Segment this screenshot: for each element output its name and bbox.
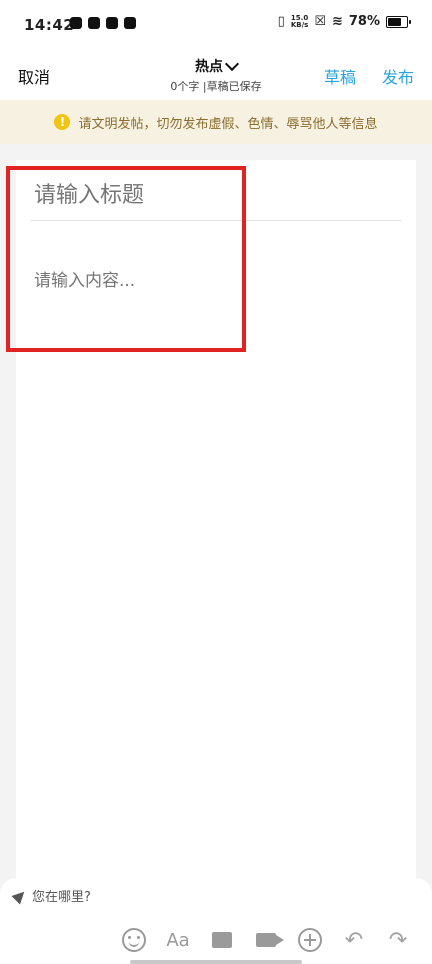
status-bar: 14:42 ▯ 15.0 KB/s ☒ ≋ 78% (0, 0, 432, 50)
notice-banner: ! 请文明发帖，切勿发布虚假、色情、辱骂他人等信息 (0, 100, 432, 144)
category-block: 热点 0个字 |草稿已保存 (0, 56, 432, 94)
location-selector[interactable]: 您在哪里? (11, 886, 91, 905)
notice-text: 请文明发帖，切勿发布虚假、色情、辱骂他人等信息 (78, 116, 378, 132)
location-arrow-icon (11, 887, 29, 904)
battery-icon (386, 15, 411, 28)
bottom-toolbar: 您在哪里? Aa ↶ ↷ (0, 878, 432, 964)
font-icon: Aa (166, 929, 190, 951)
status-time: 14:42 (24, 16, 75, 34)
video-button[interactable] (254, 928, 284, 952)
image-icon (212, 932, 232, 948)
chevron-down-icon (224, 56, 240, 72)
plus-icon (298, 928, 322, 952)
category-label: 热点 (195, 59, 223, 75)
fan-icon (124, 17, 136, 29)
video-icon (256, 933, 284, 947)
wifi-icon: ≋ (331, 14, 343, 29)
app-icon (88, 17, 100, 29)
redo-icon: ↷ (388, 927, 408, 953)
redo-button[interactable]: ↷ (386, 927, 410, 953)
system-icons: ▯ 15.0 KB/s ☒ ≋ 78% (277, 14, 411, 29)
word-count-status: 0个字 |草稿已保存 (170, 80, 262, 93)
font-format-button[interactable]: Aa (166, 928, 190, 952)
title-divider (30, 220, 402, 221)
battery-percent: 78% (348, 14, 380, 29)
title-input[interactable] (32, 174, 406, 216)
mail-icon (106, 17, 118, 29)
editor-area (16, 160, 416, 880)
home-indicator (130, 960, 302, 964)
emoji-icon (122, 928, 146, 952)
undo-icon: ↶ (344, 927, 364, 953)
format-toolbar: Aa ↶ ↷ (122, 927, 410, 953)
editor-header: 取消 热点 0个字 |草稿已保存 草稿 发布 (0, 50, 432, 100)
undo-button[interactable]: ↶ (342, 927, 366, 953)
publish-button[interactable]: 发布 (382, 64, 414, 88)
net-speed: 15.0 KB/s (290, 14, 309, 29)
tiktok-icon (70, 17, 82, 29)
warning-icon: ! (54, 114, 71, 130)
notification-icons (70, 17, 136, 29)
drafts-button[interactable]: 草稿 (324, 64, 356, 88)
no-sim-icon: ☒ (314, 14, 326, 29)
add-button[interactable] (298, 928, 322, 952)
content-input[interactable] (32, 260, 406, 302)
vibrate-icon: ▯ (277, 14, 285, 29)
image-button[interactable] (210, 928, 234, 952)
net-speed-unit: KB/s (290, 20, 309, 29)
location-placeholder: 您在哪里? (32, 890, 91, 905)
emoji-button[interactable] (122, 928, 146, 952)
category-selector[interactable]: 热点 (195, 56, 240, 76)
